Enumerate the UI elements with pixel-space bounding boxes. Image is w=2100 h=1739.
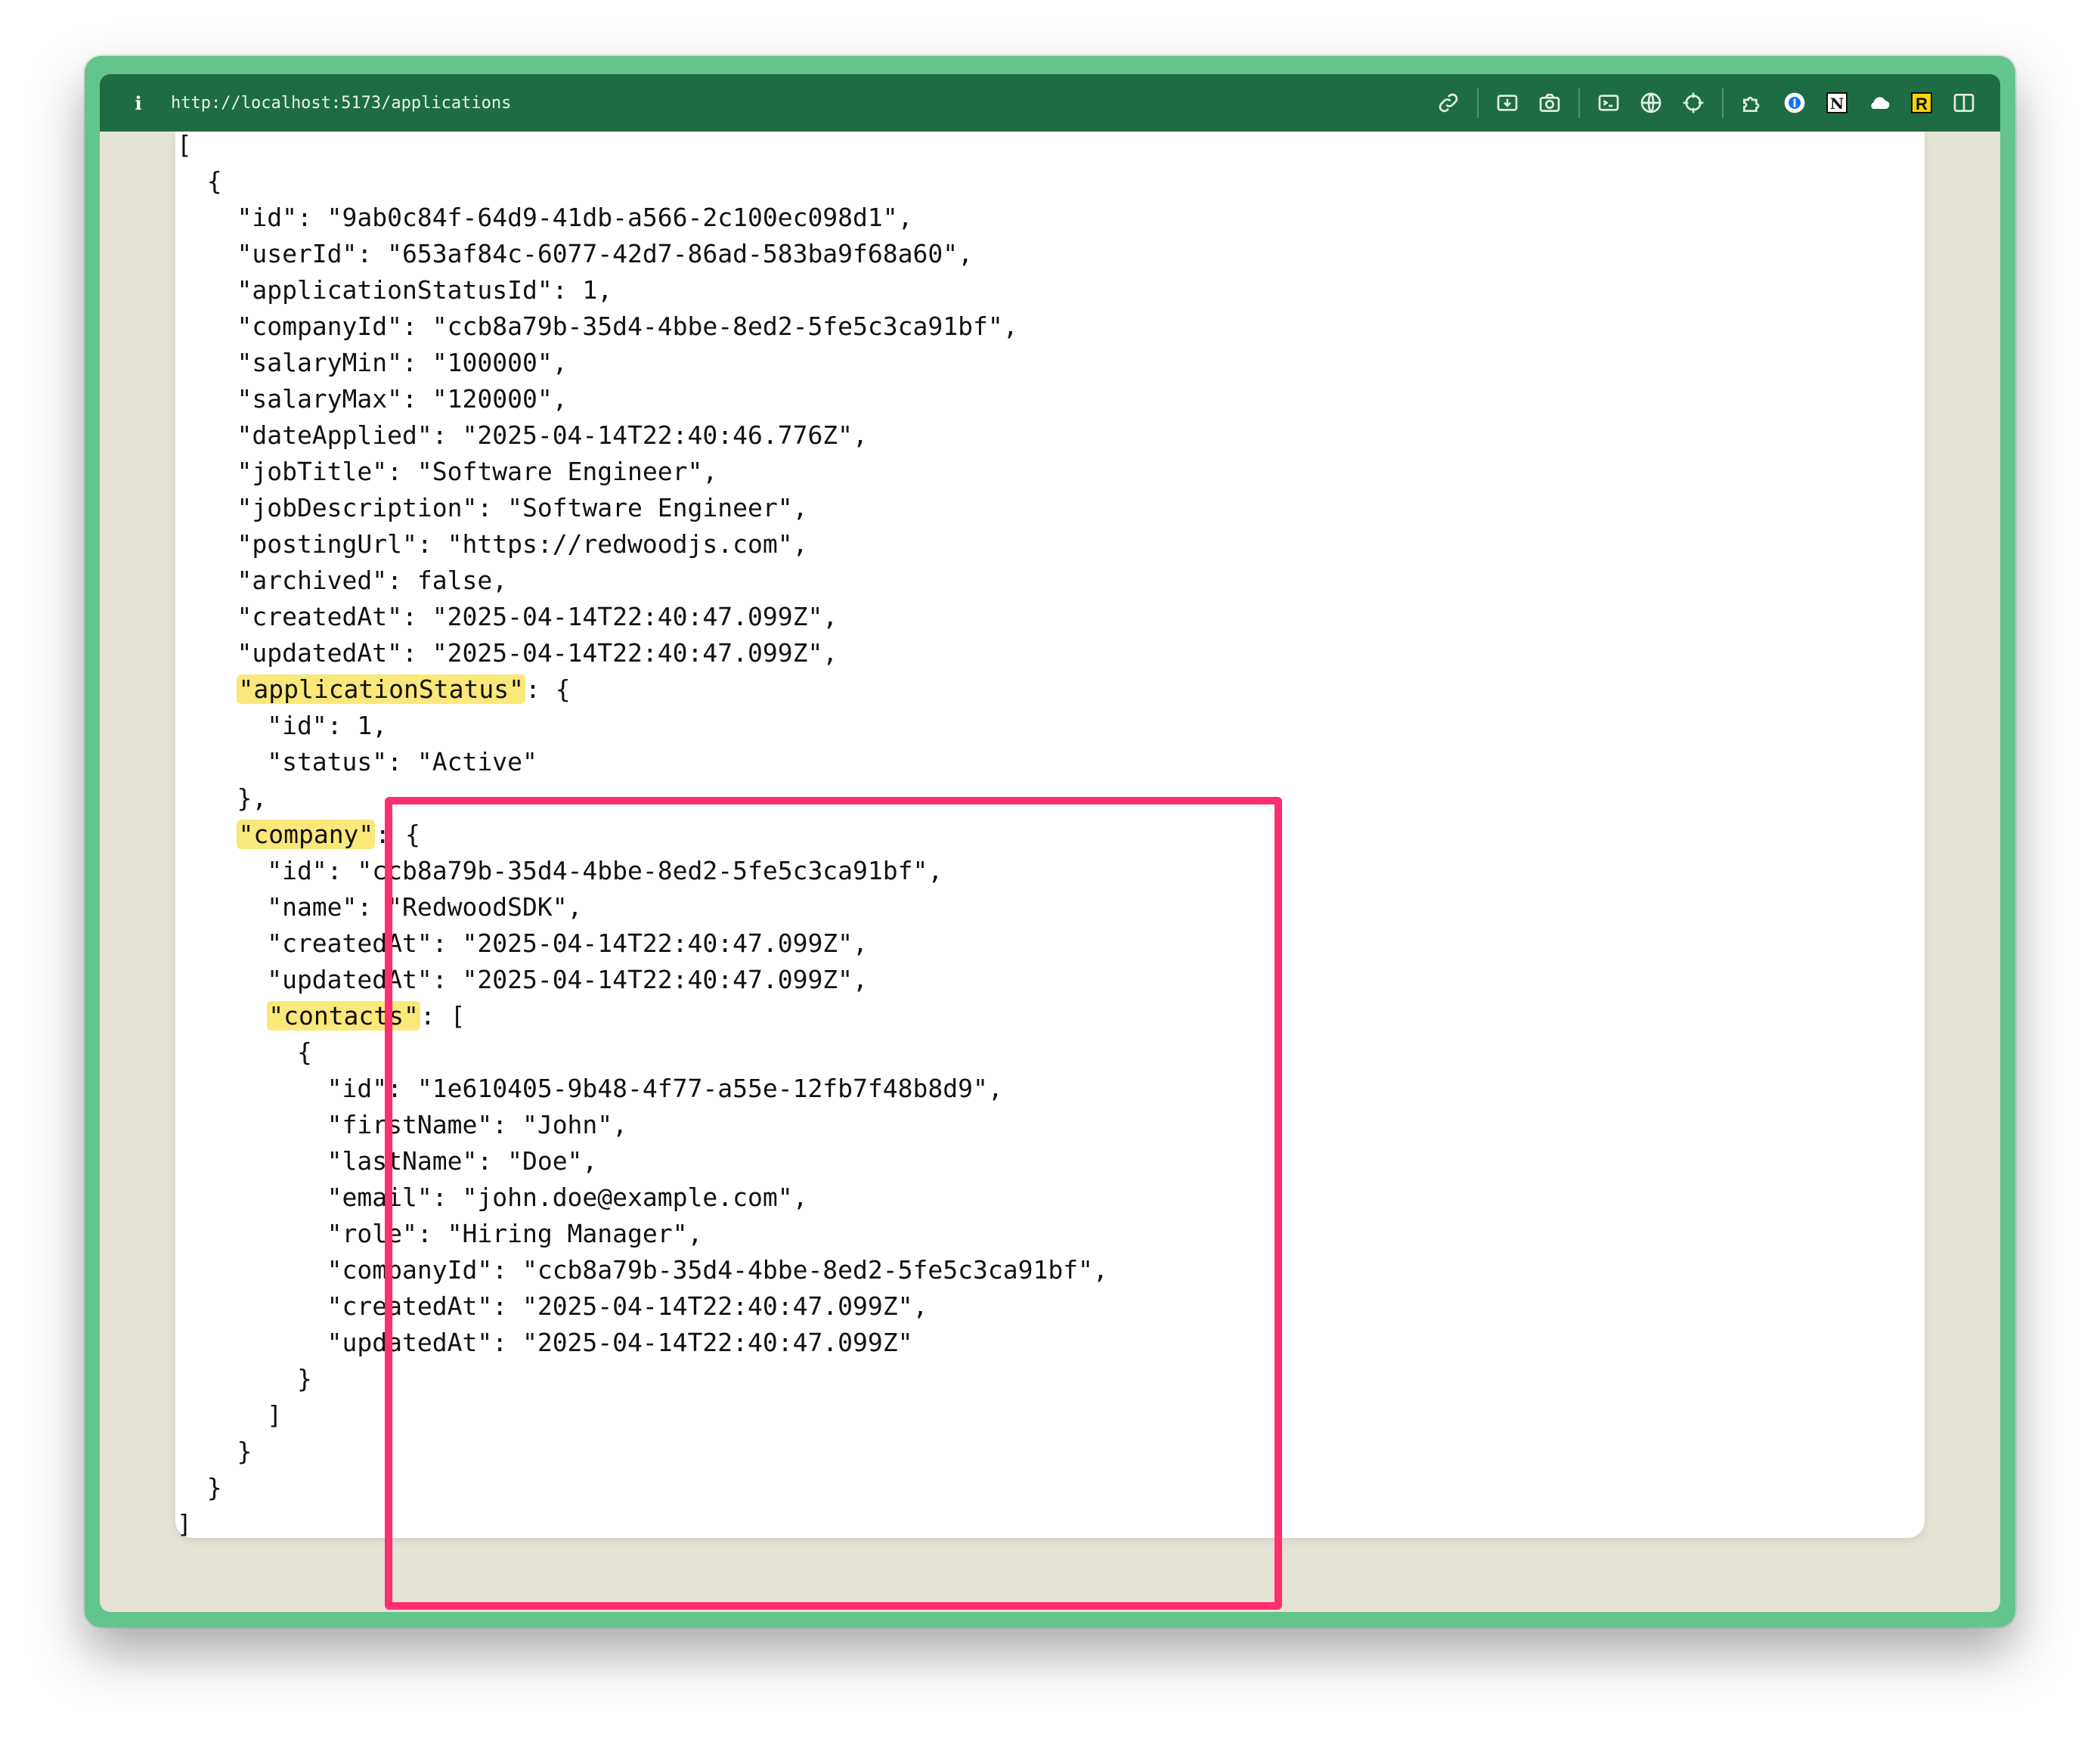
json-line: "updatedAt": "2025-04-14T22:40:47.099Z" bbox=[177, 1328, 913, 1357]
json-line: ] bbox=[177, 1509, 192, 1539]
json-line: "email": "john.doe@example.com", bbox=[177, 1183, 808, 1212]
json-line: "userId": "653af84c-6077-42d7-86ad-583ba… bbox=[177, 239, 973, 268]
json-line: "firstName": "John", bbox=[177, 1110, 628, 1139]
json-line: "id": "9ab0c84f-64d9-41db-a566-2c100ec09… bbox=[177, 203, 913, 232]
json-line: } bbox=[177, 1364, 312, 1393]
notion-icon[interactable]: N bbox=[1816, 82, 1858, 124]
page-viewport[interactable]: [ { "id": "9ab0c84f-64d9-41db-a566-2c100… bbox=[100, 132, 2000, 1612]
link-icon[interactable] bbox=[1427, 82, 1470, 124]
json-line: "updatedAt": "2025-04-14T22:40:47.099Z", bbox=[177, 638, 838, 668]
json-line: "dateApplied": "2025-04-14T22:40:46.776Z… bbox=[177, 420, 868, 450]
toolbar-icons: N R bbox=[1427, 74, 1985, 132]
json-line: "id": 1, bbox=[177, 711, 388, 740]
download-icon[interactable] bbox=[1486, 82, 1529, 124]
json-line: "createdAt": "2025-04-14T22:40:47.099Z", bbox=[177, 1291, 928, 1321]
json-line: "jobDescription": "Software Engineer", bbox=[177, 493, 808, 522]
json-line: "id": "ccb8a79b-35d4-4bbe-8ed2-5fe5c3ca9… bbox=[177, 856, 943, 885]
readwise-badge: R bbox=[1911, 92, 1932, 113]
json-line: "company": { bbox=[237, 820, 420, 849]
cloud-icon[interactable] bbox=[1858, 82, 1900, 124]
json-line: "createdAt": "2025-04-14T22:40:47.099Z", bbox=[177, 602, 838, 631]
json-line: "role": "Hiring Manager", bbox=[177, 1219, 703, 1248]
terminal-icon[interactable] bbox=[1587, 82, 1630, 124]
crosshair-icon[interactable] bbox=[1672, 82, 1714, 124]
json-line: "companyId": "ccb8a79b-35d4-4bbe-8ed2-5f… bbox=[177, 1255, 1108, 1285]
camera-icon[interactable] bbox=[1529, 82, 1571, 124]
json-line: }, bbox=[177, 783, 268, 813]
puzzle-icon[interactable] bbox=[1731, 82, 1773, 124]
json-line: "jobTitle": "Software Engineer", bbox=[177, 457, 718, 486]
json-line: ] bbox=[177, 1400, 283, 1430]
json-line: "companyId": "ccb8a79b-35d4-4bbe-8ed2-5f… bbox=[177, 312, 1018, 341]
json-line: [ bbox=[177, 132, 192, 160]
globe-icon[interactable] bbox=[1630, 82, 1672, 124]
info-icon[interactable]: i bbox=[127, 92, 150, 114]
json-line: } bbox=[177, 1437, 252, 1466]
json-line: { bbox=[177, 166, 222, 196]
json-line: "lastName": "Doe", bbox=[177, 1146, 598, 1176]
json-line: "id": "1e610405-9b48-4f77-a55e-12fb7f48b… bbox=[177, 1074, 1003, 1103]
json-line: "contacts": [ bbox=[267, 1001, 466, 1031]
toolbar-separator bbox=[1477, 88, 1479, 118]
browser-window: i http://localhost:5173/applications N R… bbox=[85, 56, 2015, 1627]
json-line: "salaryMin": "100000", bbox=[177, 348, 568, 377]
browser-toolbar: i http://localhost:5173/applications N R bbox=[100, 74, 2000, 132]
json-line: "updatedAt": "2025-04-14T22:40:47.099Z", bbox=[177, 965, 868, 994]
toolbar-separator bbox=[1578, 88, 1580, 118]
json-line: "createdAt": "2025-04-14T22:40:47.099Z", bbox=[177, 928, 868, 958]
address-bar[interactable]: http://localhost:5173/applications bbox=[171, 94, 511, 113]
highlighted-key: "contacts" bbox=[267, 1001, 420, 1031]
json-response: [ { "id": "9ab0c84f-64d9-41db-a566-2c100… bbox=[177, 132, 1108, 1542]
json-line: "applicationStatus": { bbox=[237, 674, 571, 704]
json-line: } bbox=[177, 1473, 222, 1502]
toolbar-separator bbox=[1722, 88, 1724, 118]
sidebar-icon[interactable] bbox=[1943, 82, 1985, 124]
json-line: "status": "Active" bbox=[177, 747, 537, 777]
json-line: "postingUrl": "https://redwoodjs.com", bbox=[177, 529, 808, 559]
json-line: "applicationStatusId": 1, bbox=[177, 275, 613, 305]
password-icon[interactable] bbox=[1773, 82, 1816, 124]
json-line: "name": "RedwoodSDK", bbox=[177, 892, 583, 922]
notion-badge: N bbox=[1826, 92, 1848, 113]
json-line: "salaryMax": "120000", bbox=[177, 384, 568, 414]
readwise-icon[interactable]: R bbox=[1900, 82, 1943, 124]
json-line: "archived": false, bbox=[177, 566, 508, 595]
highlighted-key: "applicationStatus" bbox=[237, 674, 525, 704]
json-line: { bbox=[177, 1037, 312, 1067]
json-response-page: [ { "id": "9ab0c84f-64d9-41db-a566-2c100… bbox=[175, 132, 1925, 1610]
highlighted-key: "company" bbox=[237, 820, 376, 849]
